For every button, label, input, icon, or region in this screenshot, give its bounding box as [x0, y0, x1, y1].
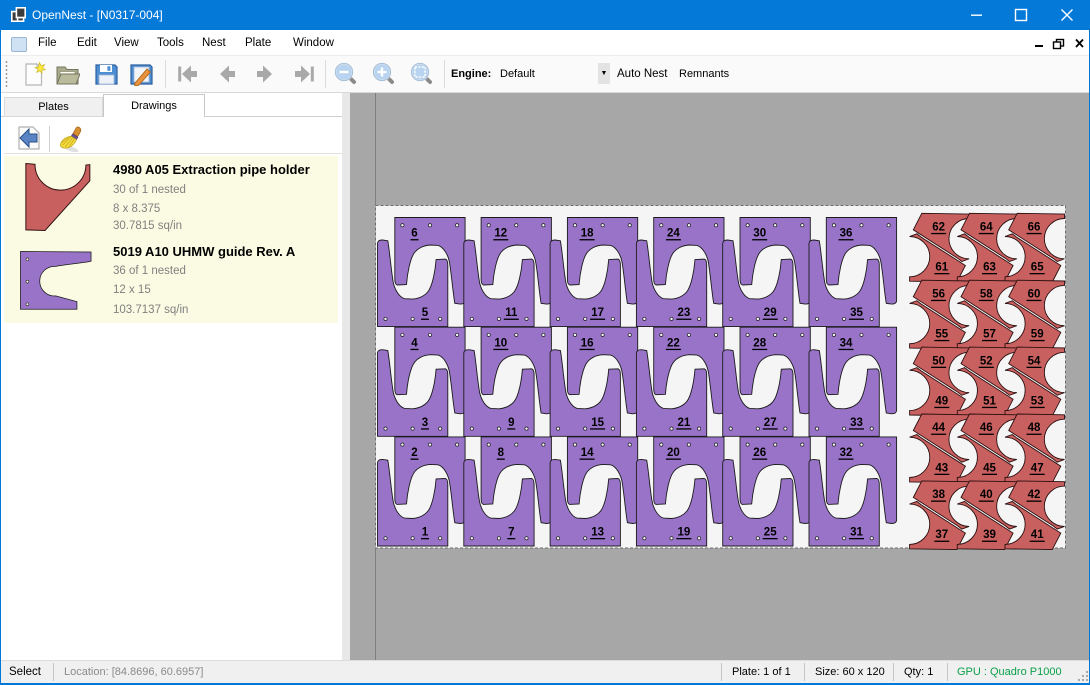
svg-text:34: 34 [840, 337, 853, 349]
svg-text:63: 63 [983, 262, 996, 274]
svg-text:4: 4 [411, 337, 418, 349]
svg-text:36: 36 [840, 228, 853, 240]
svg-text:17: 17 [591, 307, 604, 319]
svg-text:46: 46 [980, 422, 993, 434]
svg-text:23: 23 [678, 307, 691, 319]
svg-text:30: 30 [753, 228, 766, 240]
svg-text:55: 55 [935, 329, 948, 341]
svg-text:15: 15 [591, 417, 604, 429]
svg-text:2: 2 [411, 447, 417, 459]
svg-text:45: 45 [983, 462, 996, 474]
svg-text:31: 31 [850, 527, 863, 539]
svg-text:37: 37 [935, 529, 948, 541]
svg-text:16: 16 [581, 337, 594, 349]
svg-text:54: 54 [1028, 355, 1041, 367]
svg-text:59: 59 [1031, 329, 1044, 341]
svg-text:1: 1 [422, 527, 429, 539]
svg-text:38: 38 [932, 489, 945, 501]
svg-text:44: 44 [932, 422, 945, 434]
svg-text:6: 6 [411, 228, 417, 240]
svg-text:28: 28 [753, 337, 766, 349]
svg-text:47: 47 [1031, 462, 1044, 474]
svg-text:58: 58 [980, 288, 993, 300]
svg-text:39: 39 [983, 529, 996, 541]
svg-text:61: 61 [935, 262, 948, 274]
svg-text:53: 53 [1031, 395, 1044, 407]
svg-text:22: 22 [667, 337, 680, 349]
svg-text:50: 50 [932, 355, 945, 367]
svg-text:19: 19 [678, 527, 691, 539]
svg-text:66: 66 [1028, 222, 1041, 234]
svg-text:13: 13 [591, 527, 604, 539]
svg-text:26: 26 [753, 447, 766, 459]
svg-text:5: 5 [422, 307, 429, 319]
svg-text:27: 27 [764, 417, 777, 429]
svg-text:9: 9 [508, 417, 514, 429]
svg-text:65: 65 [1031, 262, 1044, 274]
svg-text:3: 3 [422, 417, 428, 429]
svg-text:21: 21 [678, 417, 691, 429]
svg-text:64: 64 [980, 222, 993, 234]
svg-text:10: 10 [494, 337, 507, 349]
svg-text:43: 43 [935, 462, 948, 474]
svg-text:7: 7 [508, 527, 514, 539]
svg-text:25: 25 [764, 527, 777, 539]
svg-text:51: 51 [983, 395, 996, 407]
svg-text:32: 32 [840, 447, 853, 459]
svg-text:20: 20 [667, 447, 680, 459]
svg-text:49: 49 [935, 395, 948, 407]
svg-text:14: 14 [581, 447, 594, 459]
svg-text:62: 62 [932, 222, 945, 234]
svg-text:57: 57 [983, 329, 996, 341]
svg-text:12: 12 [494, 228, 507, 240]
svg-text:56: 56 [932, 288, 945, 300]
svg-text:18: 18 [581, 228, 594, 240]
svg-text:60: 60 [1028, 288, 1041, 300]
svg-text:52: 52 [980, 355, 993, 367]
svg-text:24: 24 [667, 228, 680, 240]
svg-text:35: 35 [850, 307, 863, 319]
svg-text:42: 42 [1028, 489, 1041, 501]
svg-text:48: 48 [1028, 422, 1041, 434]
svg-text:33: 33 [850, 417, 863, 429]
svg-text:8: 8 [498, 447, 505, 459]
svg-text:41: 41 [1031, 529, 1044, 541]
svg-text:40: 40 [980, 489, 993, 501]
svg-text:29: 29 [764, 307, 777, 319]
svg-text:11: 11 [505, 307, 518, 319]
